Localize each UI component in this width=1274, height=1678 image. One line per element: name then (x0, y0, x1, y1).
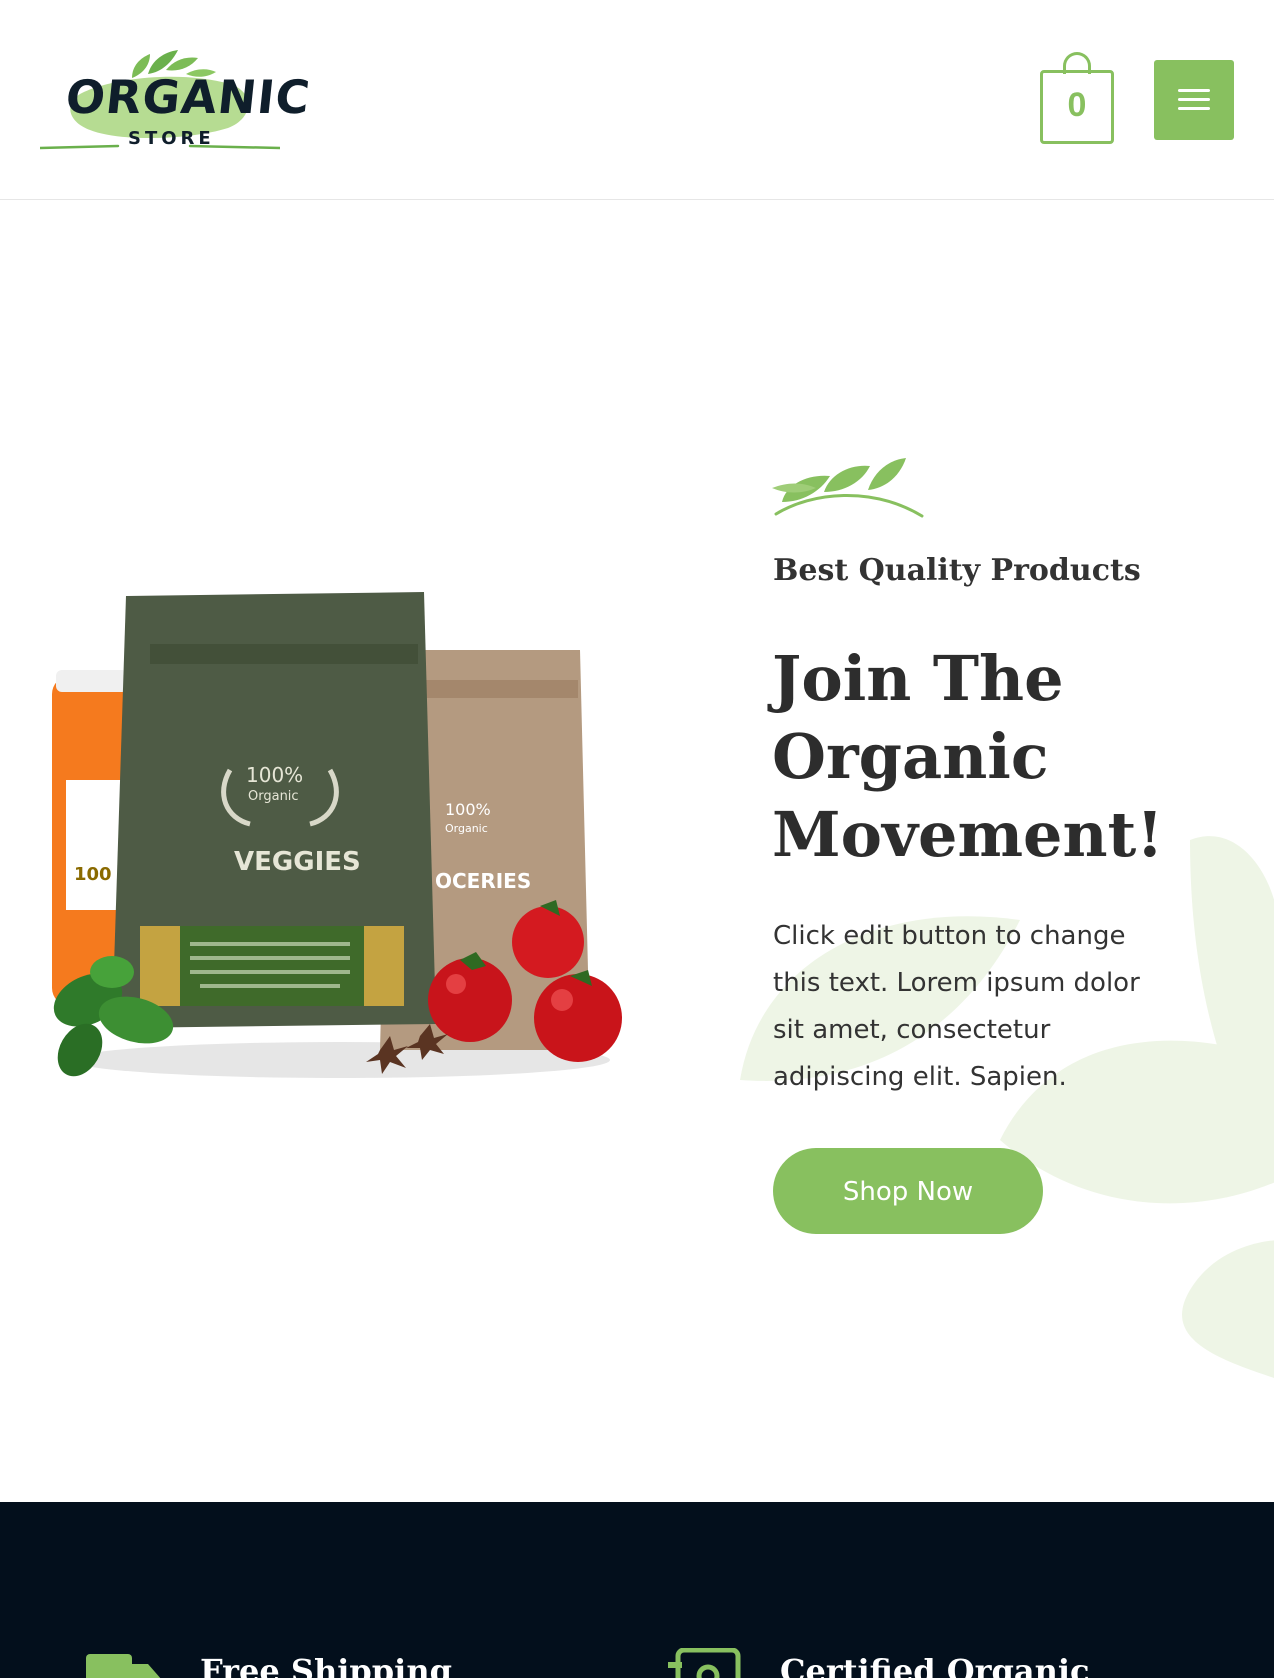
feature-certified-organic: Certified Organic (668, 1502, 1228, 1678)
menu-toggle-button[interactable] (1154, 60, 1234, 140)
leaf-sprig-icon (772, 458, 924, 518)
site-logo[interactable]: ORGANIC STORE (40, 40, 313, 160)
veggies-bag-icon: 100% Organic VEGGIES (112, 592, 436, 1028)
products-illustration: 100 100% Organic OCERIES 100% Organic VE… (52, 592, 622, 1078)
feature-free-shipping: Free Shipping (86, 1502, 586, 1678)
feature-title: Certified Organic (780, 1652, 1090, 1678)
hero-eyebrow: Best Quality Products (773, 553, 1141, 588)
bag-front-badge-sub: Organic (248, 789, 299, 804)
bag-back-badge-sub: Organic (445, 822, 488, 835)
shop-now-button[interactable]: Shop Now (773, 1148, 1043, 1234)
logo-subtitle: STORE (128, 128, 215, 149)
certificate-icon (668, 1648, 741, 1678)
truck-icon (86, 1654, 161, 1678)
hero-title: Join The Organic Movement! (772, 642, 1164, 871)
bag-back-label: OCERIES (435, 869, 531, 893)
logo-wordmark: ORGANIC (63, 70, 314, 124)
bag-back-badge: 100% (445, 800, 491, 819)
hero-description: Click edit button to change this text. L… (773, 921, 1140, 1092)
cart-count: 0 (1067, 86, 1087, 124)
hamburger-icon-line (1178, 98, 1210, 101)
jar-label: 100 (74, 864, 112, 885)
hamburger-icon (1178, 89, 1210, 92)
bag-front-label: VEGGIES (234, 847, 361, 877)
feature-title: Free Shipping (200, 1652, 452, 1678)
bag-front-badge: 100% (246, 763, 303, 787)
features-section: Free Shipping Certified Organic (0, 1502, 1274, 1678)
cart-button[interactable]: 0 (1040, 52, 1114, 144)
site-header: ORGANIC STORE 0 (0, 0, 1274, 200)
hamburger-icon-line (1178, 107, 1210, 110)
